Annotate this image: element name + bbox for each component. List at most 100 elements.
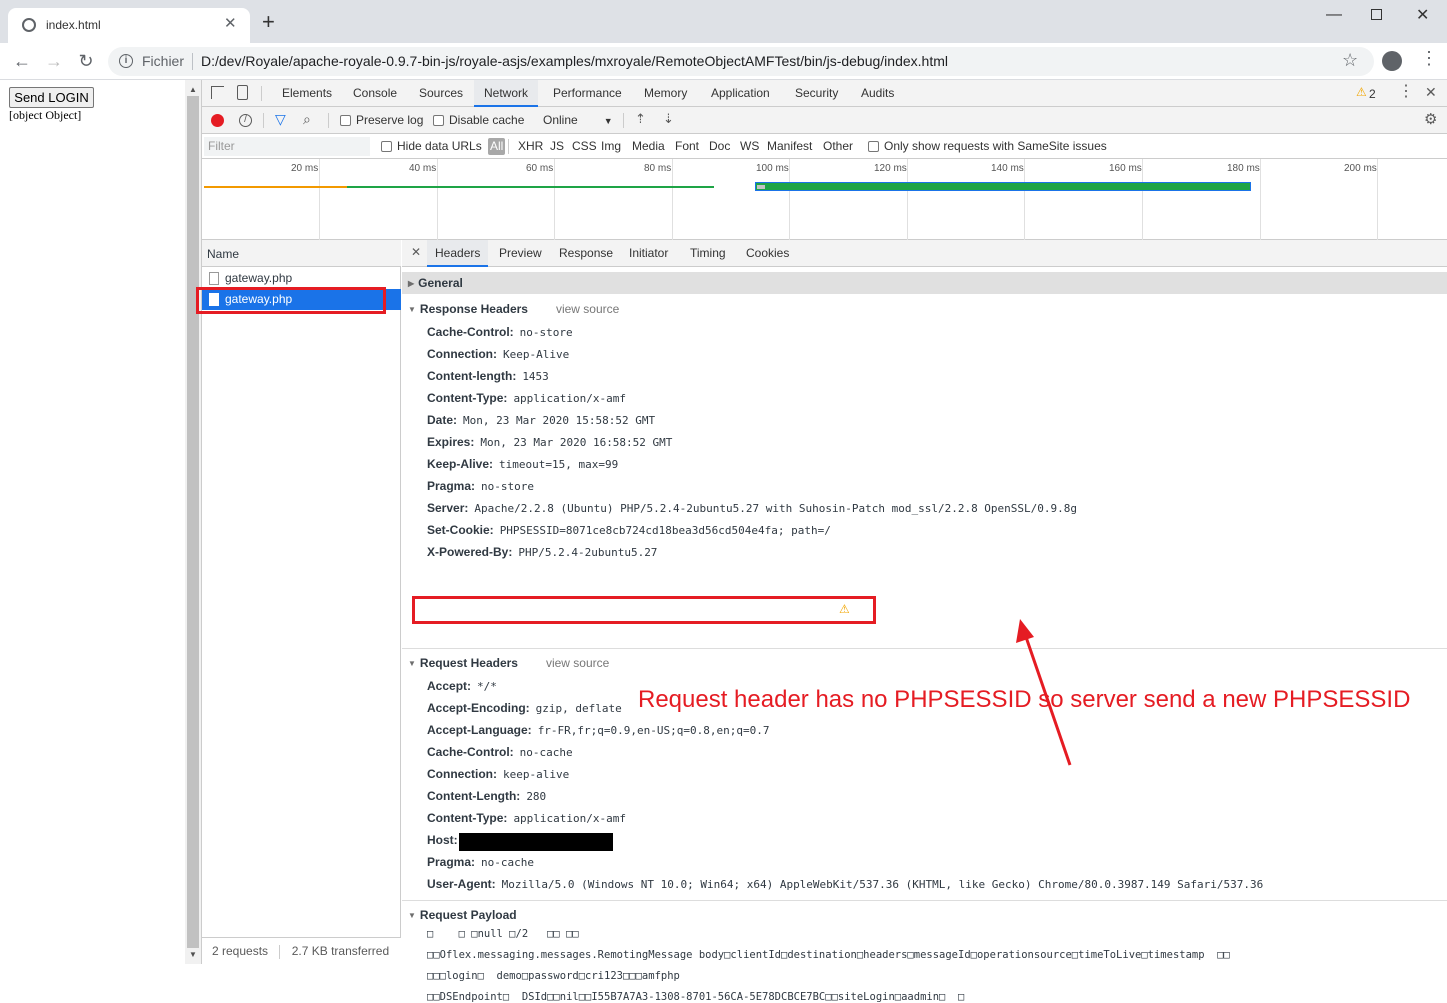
tab-network[interactable]: Network bbox=[474, 80, 539, 107]
request-payload-title[interactable]: ▼ Request Payload bbox=[408, 904, 517, 926]
tab-response[interactable]: Response bbox=[559, 240, 613, 267]
tab-console[interactable]: Console bbox=[353, 80, 397, 107]
tab-elements[interactable]: Elements bbox=[282, 80, 332, 107]
devtools-close-icon[interactable]: ✕ bbox=[1425, 84, 1437, 101]
type-filter-all[interactable]: All bbox=[488, 138, 506, 155]
request-header-key: Accept: bbox=[427, 679, 472, 693]
detail-close-icon[interactable]: ✕ bbox=[411, 245, 421, 259]
request-header-row: Content-Type: application/x-amf bbox=[427, 807, 626, 829]
view-source-link[interactable]: view source bbox=[556, 302, 619, 316]
type-filter-media[interactable]: Media bbox=[632, 134, 665, 159]
payload-line: □□□login□ demo□password□cri123□□□amfphp bbox=[427, 970, 680, 982]
hide-data-urls-checkbox[interactable]: Hide data URLs bbox=[381, 134, 482, 159]
tab-audits[interactable]: Audits bbox=[861, 80, 894, 107]
timeline-overview[interactable]: 20 ms 40 ms 60 ms 80 ms 100 ms 120 ms 14… bbox=[202, 159, 1447, 240]
response-header-key: Date: bbox=[427, 413, 458, 427]
request-list-header[interactable]: Name bbox=[202, 240, 401, 267]
tab-memory[interactable]: Memory bbox=[644, 80, 687, 107]
request-header-value: gzip, deflate bbox=[535, 702, 622, 715]
request-header-row: Accept: */* bbox=[427, 675, 497, 697]
request-headers-title[interactable]: ▼ Request Headers view source bbox=[408, 652, 609, 674]
samesite-checkbox[interactable]: Only show requests with SameSite issues bbox=[868, 134, 1107, 159]
window-close-icon[interactable]: ✕ bbox=[1416, 5, 1429, 25]
tab-preview[interactable]: Preview bbox=[499, 240, 542, 267]
tab-performance[interactable]: Performance bbox=[553, 80, 622, 107]
scroll-up-arrow[interactable]: ▲ bbox=[189, 85, 197, 94]
tab-timing[interactable]: Timing bbox=[690, 240, 726, 267]
tab-cookies[interactable]: Cookies bbox=[746, 240, 789, 267]
minimize-icon[interactable]: — bbox=[1326, 6, 1342, 24]
browser-menu-icon[interactable]: ⋮ bbox=[1420, 49, 1438, 67]
throttling-select[interactable]: Online ▼ bbox=[543, 108, 613, 133]
devtools-menu-icon[interactable]: ⋮ bbox=[1398, 84, 1414, 100]
devtools-panel: Elements Console Sources Network Perform… bbox=[196, 80, 1447, 1003]
request-count: 2 requests bbox=[212, 944, 269, 958]
warning-icon[interactable]: ⚠ bbox=[1356, 85, 1367, 99]
general-section-header[interactable] bbox=[402, 272, 1447, 294]
response-header-value: application/x-amf bbox=[513, 392, 627, 405]
type-filter-img[interactable]: Img bbox=[601, 134, 621, 159]
tab-headers[interactable]: Headers bbox=[427, 240, 489, 267]
type-filter-ws[interactable]: WS bbox=[740, 134, 759, 159]
page-scrollbar[interactable]: ▲ ▼ bbox=[185, 80, 201, 964]
import-har-icon[interactable]: ⇡ bbox=[635, 111, 646, 127]
view-source-link[interactable]: view source bbox=[546, 656, 609, 670]
record-icon[interactable] bbox=[211, 114, 224, 127]
toolbar-divider bbox=[261, 86, 262, 101]
filter-input[interactable]: Filter bbox=[204, 137, 370, 156]
reload-icon[interactable]: ↻ bbox=[72, 47, 100, 75]
browser-tab[interactable]: index.html ✕ bbox=[8, 8, 250, 43]
timeline-grid bbox=[554, 159, 555, 240]
tab-close-icon[interactable]: ✕ bbox=[224, 14, 237, 32]
tab-application[interactable]: Application bbox=[711, 80, 770, 107]
type-filter-js[interactable]: JS bbox=[550, 134, 564, 159]
info-icon[interactable]: i bbox=[119, 54, 133, 68]
type-filter-font[interactable]: Font bbox=[675, 134, 699, 159]
scroll-down-arrow[interactable]: ▼ bbox=[189, 950, 197, 959]
warning-count[interactable]: 2 bbox=[1369, 87, 1376, 101]
response-headers-title[interactable]: ▼ Response Headers view source bbox=[408, 298, 619, 320]
preserve-log-checkbox[interactable]: Preserve log bbox=[340, 108, 423, 133]
type-filter-xhr[interactable]: XHR bbox=[518, 134, 543, 159]
type-filter-doc[interactable]: Doc bbox=[709, 134, 730, 159]
device-toolbar-icon[interactable] bbox=[237, 85, 248, 100]
general-section-toggle[interactable]: ▶ General bbox=[408, 272, 463, 294]
clear-icon[interactable]: / bbox=[239, 114, 252, 127]
page-viewport: Send LOGIN [object Object] bbox=[0, 80, 185, 964]
inspect-element-icon[interactable] bbox=[211, 86, 224, 99]
search-icon[interactable]: ⌕ bbox=[303, 111, 311, 128]
tab-security[interactable]: Security bbox=[795, 80, 838, 107]
toolbar-divider bbox=[508, 139, 509, 154]
profile-avatar[interactable] bbox=[1382, 51, 1402, 71]
forward-icon[interactable]: → bbox=[40, 47, 68, 75]
new-tab-button[interactable]: + bbox=[262, 11, 275, 33]
payload-line: □□DSEndpoint□ DSId□□nil□□I55B7A7A3-1308-… bbox=[427, 991, 965, 1003]
type-filter-manifest[interactable]: Manifest bbox=[767, 134, 812, 159]
maximize-icon[interactable] bbox=[1371, 9, 1382, 20]
url-text[interactable]: D:/dev/Royale/apache-royale-0.9.7-bin-js… bbox=[201, 53, 948, 69]
timeline-tick: 40 ms bbox=[409, 163, 437, 174]
send-login-button[interactable]: Send LOGIN bbox=[9, 87, 94, 108]
filter-icon[interactable]: ▽ bbox=[275, 111, 286, 128]
response-header-row: Content-length: 1453 bbox=[427, 365, 549, 387]
bookmark-star-icon[interactable]: ☆ bbox=[1342, 50, 1358, 71]
response-header-row: Server: Apache/2.2.8 (Ubuntu) PHP/5.2.4-2… bbox=[427, 497, 1077, 519]
disable-cache-checkbox[interactable]: Disable cache bbox=[433, 108, 524, 133]
type-filter-other[interactable]: Other bbox=[823, 134, 853, 159]
request-header-row: User-Agent: Mozilla/5.0 (Windows NT 10.0;… bbox=[427, 873, 1263, 895]
scrollbar-thumb[interactable] bbox=[187, 96, 199, 948]
timeline-tick: 60 ms bbox=[526, 163, 554, 174]
request-header-row: Cache-Control: no-cache bbox=[427, 741, 573, 763]
request-row[interactable]: gateway.php bbox=[202, 268, 401, 289]
export-har-icon[interactable]: ⇣ bbox=[663, 111, 674, 127]
address-bar[interactable]: i Fichier D:/dev/Royale/apache-royale-0.… bbox=[108, 47, 1374, 76]
request-header-value: */* bbox=[477, 680, 497, 693]
type-filter-css[interactable]: CSS bbox=[572, 134, 597, 159]
back-icon[interactable]: ← bbox=[8, 47, 36, 75]
samesite-warning-icon[interactable]: ⚠ bbox=[839, 602, 850, 616]
tab-initiator[interactable]: Initiator bbox=[629, 240, 668, 267]
request-header-value: keep-alive bbox=[503, 768, 570, 781]
response-header-value: Mon, 23 Mar 2020 15:58:52 GMT bbox=[463, 414, 656, 427]
network-settings-icon[interactable]: ⚙ bbox=[1424, 110, 1437, 128]
tab-sources[interactable]: Sources bbox=[419, 80, 463, 107]
